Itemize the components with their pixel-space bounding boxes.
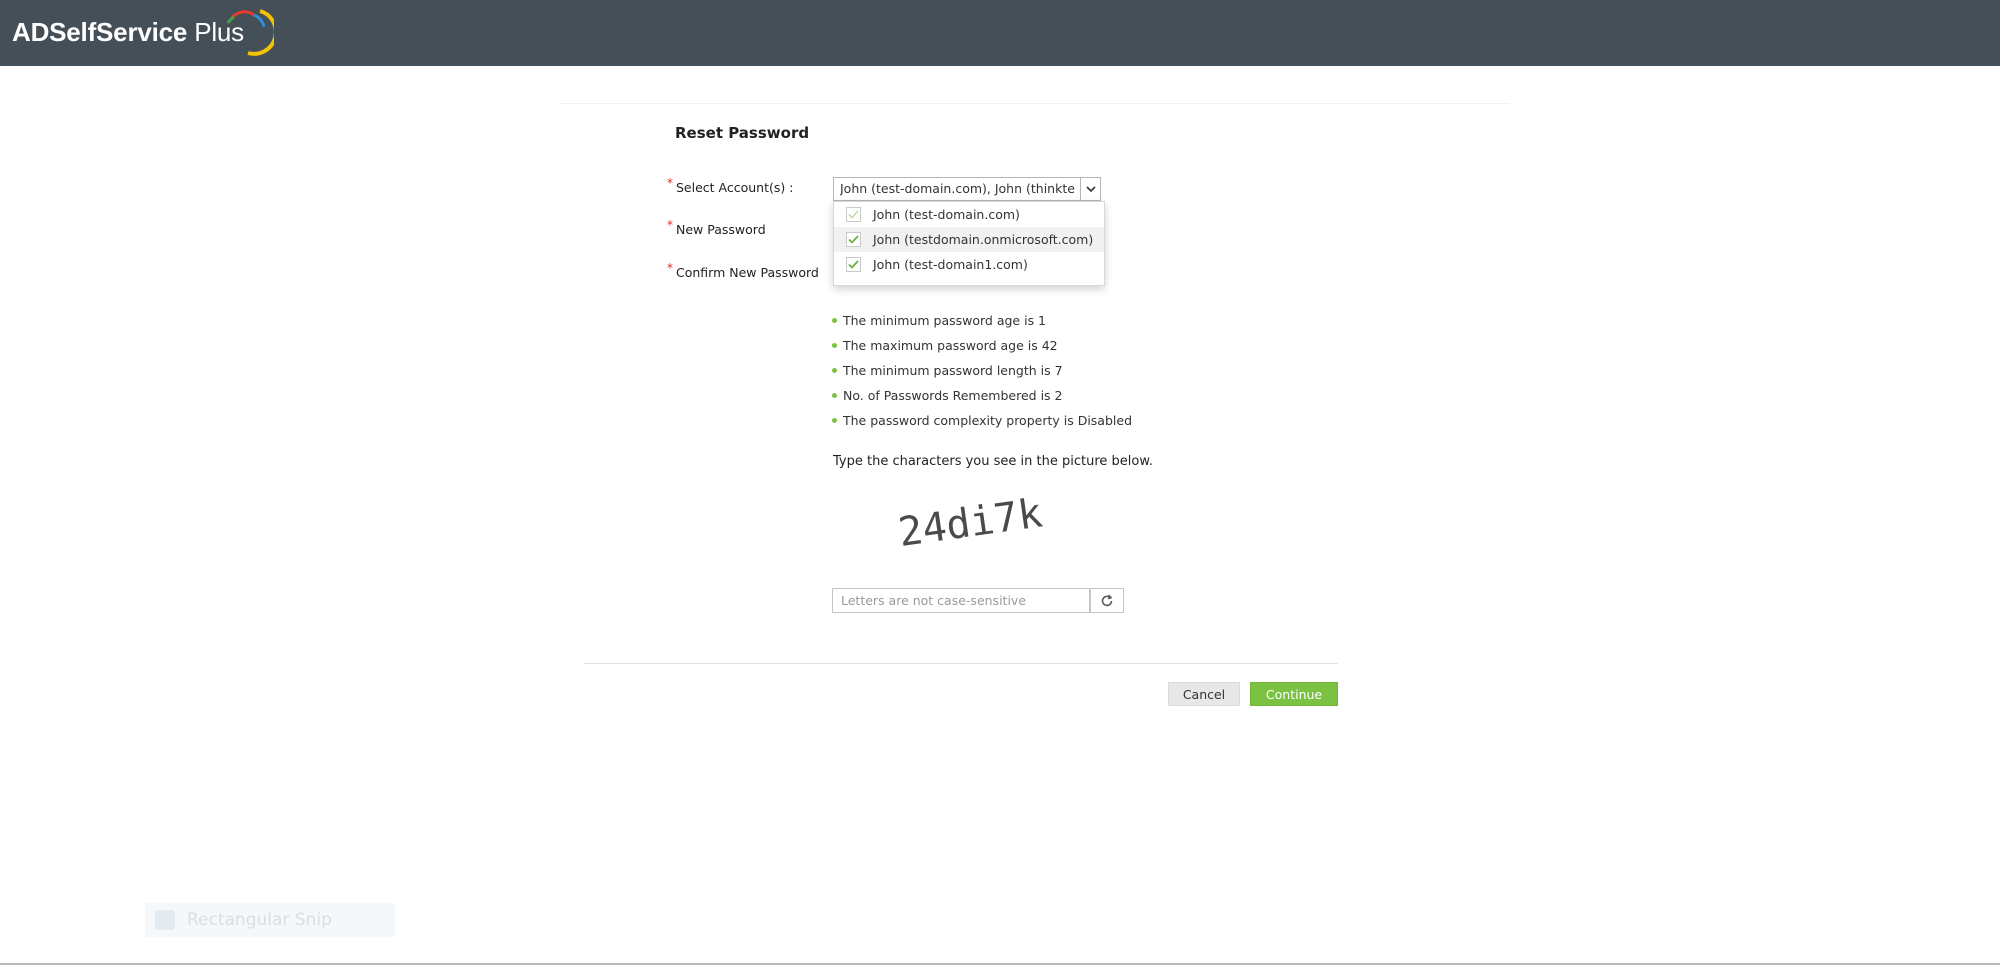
bullet-icon bbox=[832, 318, 837, 323]
form-divider bbox=[584, 663, 1338, 664]
chevron-down-icon[interactable] bbox=[1080, 178, 1100, 200]
snip-tool-overlay: Rectangular Snip bbox=[145, 903, 395, 937]
captcha-prompt: Type the characters you see in the pictu… bbox=[833, 454, 1153, 469]
checkbox-checked-icon[interactable] bbox=[846, 232, 861, 247]
confirm-password-label: * Confirm New Password bbox=[667, 261, 819, 280]
logo-swoosh-icon bbox=[226, 9, 274, 56]
policy-rule: The password complexity property is Disa… bbox=[832, 408, 1132, 433]
account-select[interactable]: John (test-domain.com), John (thinkte bbox=[833, 177, 1101, 201]
bullet-icon bbox=[832, 393, 837, 398]
continue-button[interactable]: Continue bbox=[1250, 682, 1338, 706]
checkbox-checked-icon[interactable] bbox=[846, 257, 861, 272]
bullet-icon bbox=[832, 418, 837, 423]
account-option[interactable]: John (test-domain1.com) bbox=[834, 252, 1104, 277]
logo-text: ADSelfService Plus bbox=[12, 17, 244, 47]
refresh-captcha-icon[interactable] bbox=[1090, 588, 1124, 613]
required-marker: * bbox=[667, 176, 673, 190]
snip-label: Rectangular Snip bbox=[187, 910, 332, 930]
account-select-value: John (test-domain.com), John (thinkte bbox=[840, 181, 1075, 196]
select-accounts-label: * Select Account(s) : bbox=[667, 176, 794, 195]
captcha-input[interactable] bbox=[832, 588, 1090, 613]
card-top-border bbox=[560, 103, 1510, 104]
cancel-button[interactable]: Cancel bbox=[1168, 682, 1240, 706]
account-option-label: John (test-domain1.com) bbox=[873, 257, 1028, 272]
account-option-label: John (testdomain.onmicrosoft.com) bbox=[873, 232, 1094, 247]
app-logo[interactable]: ADSelfService Plus bbox=[12, 9, 274, 57]
policy-rule: The minimum password length is 7 bbox=[832, 358, 1132, 383]
snip-icon bbox=[155, 910, 175, 930]
bullet-icon bbox=[832, 368, 837, 373]
account-option[interactable]: John (testdomain.onmicrosoft.com) bbox=[834, 227, 1104, 252]
policy-rule: The minimum password age is 1 bbox=[832, 308, 1132, 333]
top-header-bar: ADSelfService Plus bbox=[0, 0, 2000, 66]
account-option-label: John (test-domain.com) bbox=[873, 207, 1020, 222]
captcha-image: 24di7k bbox=[896, 495, 1045, 556]
password-policy-list: The minimum password age is 1 The maximu… bbox=[832, 308, 1132, 433]
policy-rule: No. of Passwords Remembered is 2 bbox=[832, 383, 1132, 408]
page-title: Reset Password bbox=[675, 124, 810, 142]
policy-rule: The maximum password age is 42 bbox=[832, 333, 1132, 358]
required-marker: * bbox=[667, 218, 673, 232]
required-marker: * bbox=[667, 261, 673, 275]
checkbox-disabled-checked-icon[interactable] bbox=[846, 207, 861, 222]
bullet-icon bbox=[832, 343, 837, 348]
account-dropdown-list: John (test-domain.com) John (testdomain.… bbox=[833, 201, 1105, 286]
new-password-label: * New Password bbox=[667, 218, 766, 237]
captcha-text: 24di7k bbox=[896, 495, 1045, 556]
account-option[interactable]: John (test-domain.com) bbox=[834, 202, 1104, 227]
